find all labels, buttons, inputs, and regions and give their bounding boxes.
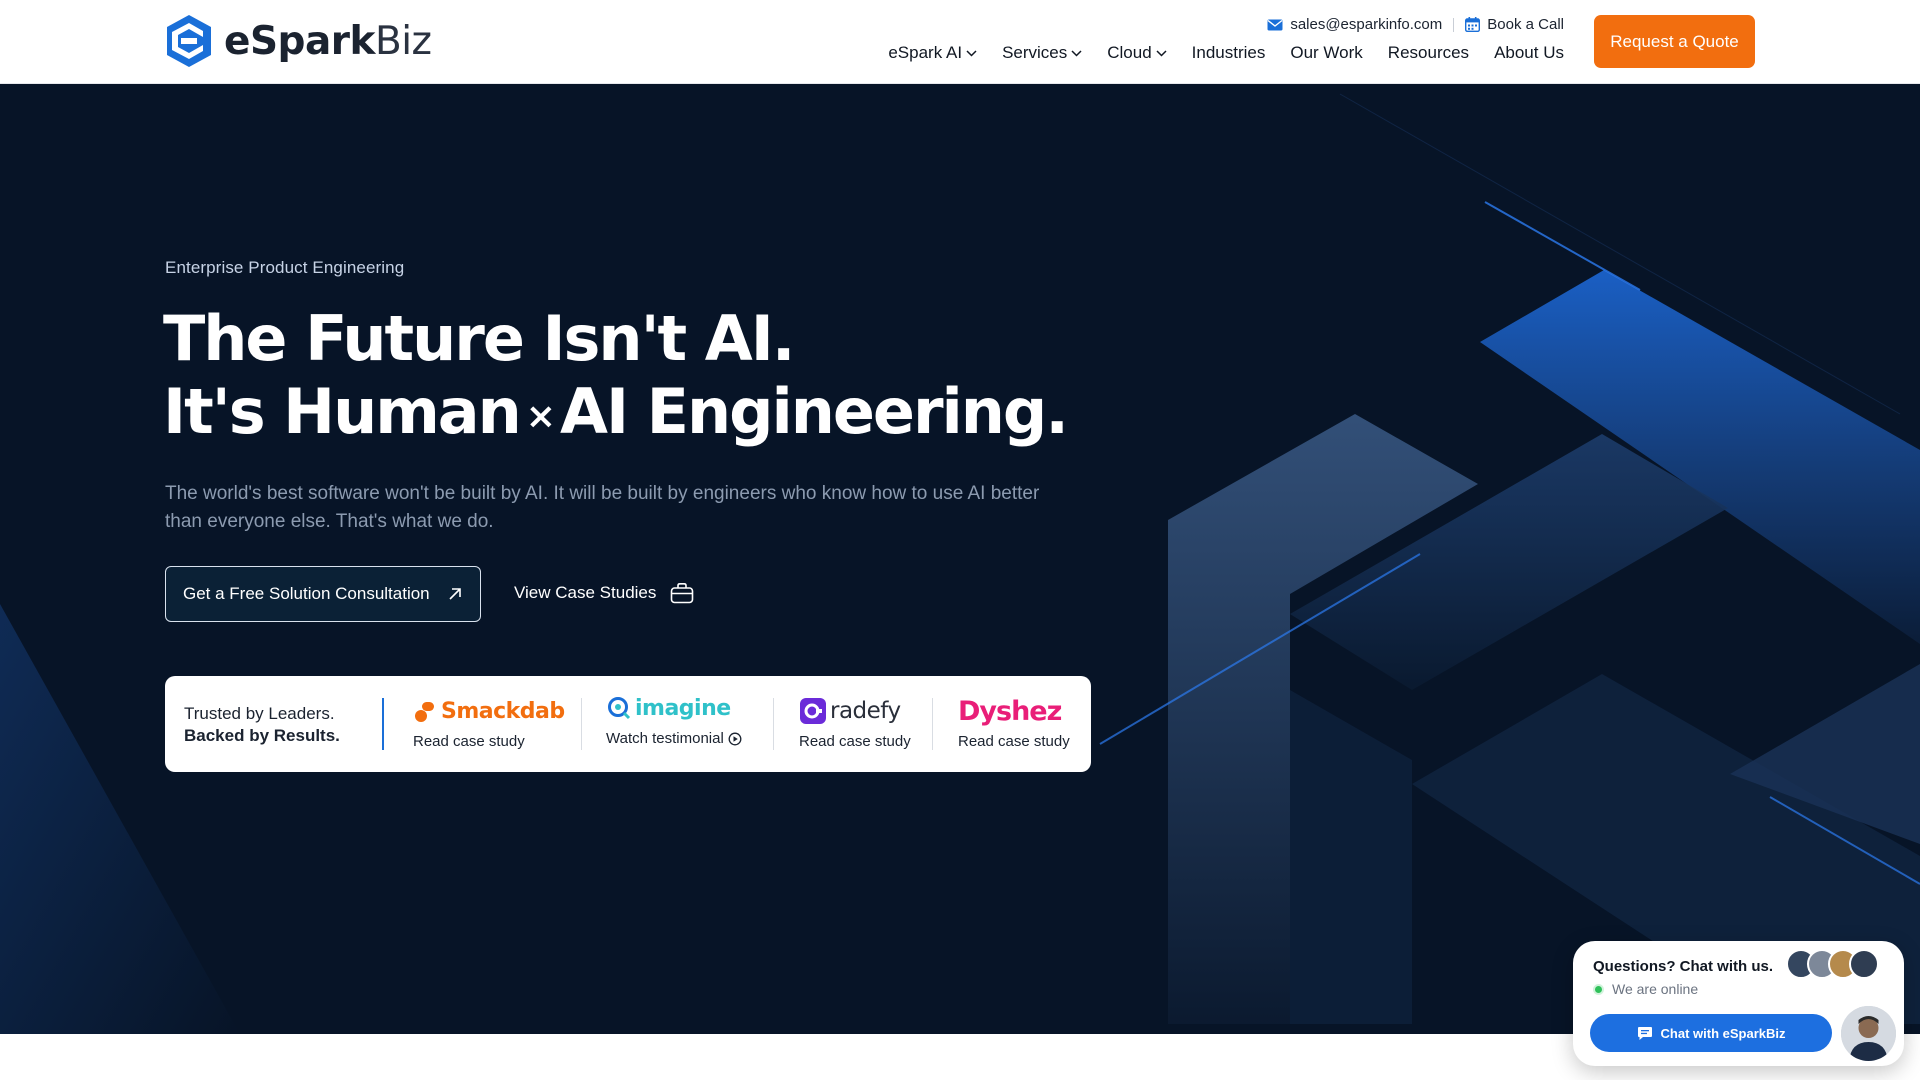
headline-line-2-part-2: AI Engineering. — [559, 375, 1069, 448]
brand-radefy[interactable]: radefy Read case study — [799, 694, 911, 750]
logo-wordmark: eSparkBiz — [224, 18, 432, 64]
chevron-down-icon — [966, 49, 977, 57]
chevron-down-icon — [1071, 49, 1082, 57]
nav-item-espark-ai[interactable]: eSpark AI — [888, 43, 977, 63]
chat-widget: Questions? Chat with us. We are online C… — [1573, 941, 1904, 1066]
email-text: sales@esparkinfo.com — [1290, 16, 1443, 33]
main-nav: eSpark AI Services Cloud Industries Our … — [888, 43, 1564, 63]
site-logo[interactable]: eSparkBiz — [164, 13, 432, 69]
email-link[interactable]: sales@esparkinfo.com — [1267, 16, 1442, 33]
agent-avatars — [1786, 949, 1879, 979]
brand-imagine[interactable]: imagine Watch testimonial — [606, 691, 742, 747]
top-contacts: sales@esparkinfo.com Book a Call — [1267, 16, 1564, 33]
request-quote-button[interactable]: Request a Quote — [1594, 15, 1755, 68]
free-consultation-button[interactable]: Get a Free Solution Consultation — [165, 566, 481, 622]
imagine-mark-icon — [608, 697, 631, 720]
hero-headline: The Future Isn't AI. It's Human ×AI Engin… — [163, 302, 1069, 458]
panel-divider — [382, 698, 384, 750]
chat-status: We are online — [1593, 981, 1698, 997]
brand-link-text: Read case study — [958, 733, 1070, 750]
book-call-text: Book a Call — [1487, 16, 1564, 33]
online-dot-icon — [1593, 983, 1604, 995]
mail-icon — [1267, 19, 1283, 30]
nav-item-about-us[interactable]: About Us — [1494, 43, 1564, 63]
nav-item-label: eSpark AI — [888, 43, 963, 62]
calendar-icon — [1465, 17, 1481, 32]
smackdab-mark-icon — [415, 702, 434, 722]
hero-eyebrow: Enterprise Product Engineering — [165, 258, 405, 277]
headline-line-2-part-1: It's Human — [163, 375, 522, 448]
agent-avatar[interactable] — [1841, 1006, 1896, 1061]
nav-item-label: Industries — [1191, 43, 1266, 62]
trusted-by-panel: Trusted by Leaders. Backed by Results. S… — [165, 676, 1091, 772]
play-circle-icon — [728, 732, 742, 745]
times-symbol: × — [525, 396, 556, 437]
nav-item-services[interactable]: Services — [1002, 43, 1082, 63]
site-header: eSparkBiz sales@esparkinfo.com Book a Ca… — [0, 0, 1920, 84]
chat-title: Questions? Chat with us. — [1593, 958, 1774, 975]
panel-divider — [773, 698, 774, 750]
chat-with-espark-button[interactable]: Chat with eSparkBiz — [1590, 1014, 1832, 1052]
brand-link-text: Watch testimonial — [606, 730, 742, 747]
trusted-by-label: Trusted by Leaders. Backed by Results. — [184, 704, 340, 745]
nav-item-label: About Us — [1494, 43, 1564, 62]
cta-primary-label: Get a Free Solution Consultation — [183, 584, 430, 603]
brand-link-text: Read case study — [413, 733, 525, 750]
brand-dyshez[interactable]: Dyshez Read case study — [958, 694, 1070, 751]
chat-bubble-icon — [1637, 1026, 1652, 1040]
arrow-up-right-icon — [449, 588, 461, 600]
nav-item-label: Services — [1002, 43, 1068, 62]
contact-divider — [1453, 17, 1455, 32]
briefcase-icon — [671, 583, 694, 604]
nav-item-industries[interactable]: Industries — [1192, 43, 1266, 63]
radefy-mark-icon — [800, 698, 826, 724]
hero-subcopy: The world's best software won't be built… — [165, 483, 1040, 532]
nav-item-label: Our Work — [1290, 43, 1363, 62]
brand-smackdab[interactable]: Smackdab Read case study — [413, 694, 565, 751]
view-case-studies-link[interactable]: View Case Studies — [514, 582, 694, 604]
smackdab-logo: Smackdab — [413, 694, 565, 728]
nav-item-label: Resources — [1387, 43, 1470, 62]
imagine-logo: imagine — [606, 691, 742, 725]
dyshez-logo: Dyshez — [958, 695, 1062, 727]
agent-photo-icon — [1841, 1006, 1896, 1061]
nav-item-our-work[interactable]: Our Work — [1290, 43, 1362, 63]
radefy-logo: radefy — [799, 694, 911, 728]
cta-secondary-label: View Case Studies — [514, 583, 657, 602]
hero-background-graphic — [0, 93, 1920, 1034]
panel-divider — [581, 698, 582, 750]
nav-item-label: Cloud — [1107, 43, 1152, 62]
hero-section: Enterprise Product Engineering The Futur… — [0, 84, 1920, 1034]
book-call-link[interactable]: Book a Call — [1465, 16, 1564, 33]
nav-item-resources[interactable]: Resources — [1388, 43, 1469, 63]
brand-link-text: Read case study — [799, 733, 911, 750]
avatar — [1849, 949, 1879, 979]
chevron-down-icon — [1156, 49, 1167, 57]
espark-logo-icon — [167, 15, 211, 67]
panel-divider — [932, 698, 933, 750]
headline-line-1: The Future Isn't AI. — [163, 302, 795, 375]
nav-item-cloud[interactable]: Cloud — [1107, 43, 1167, 63]
